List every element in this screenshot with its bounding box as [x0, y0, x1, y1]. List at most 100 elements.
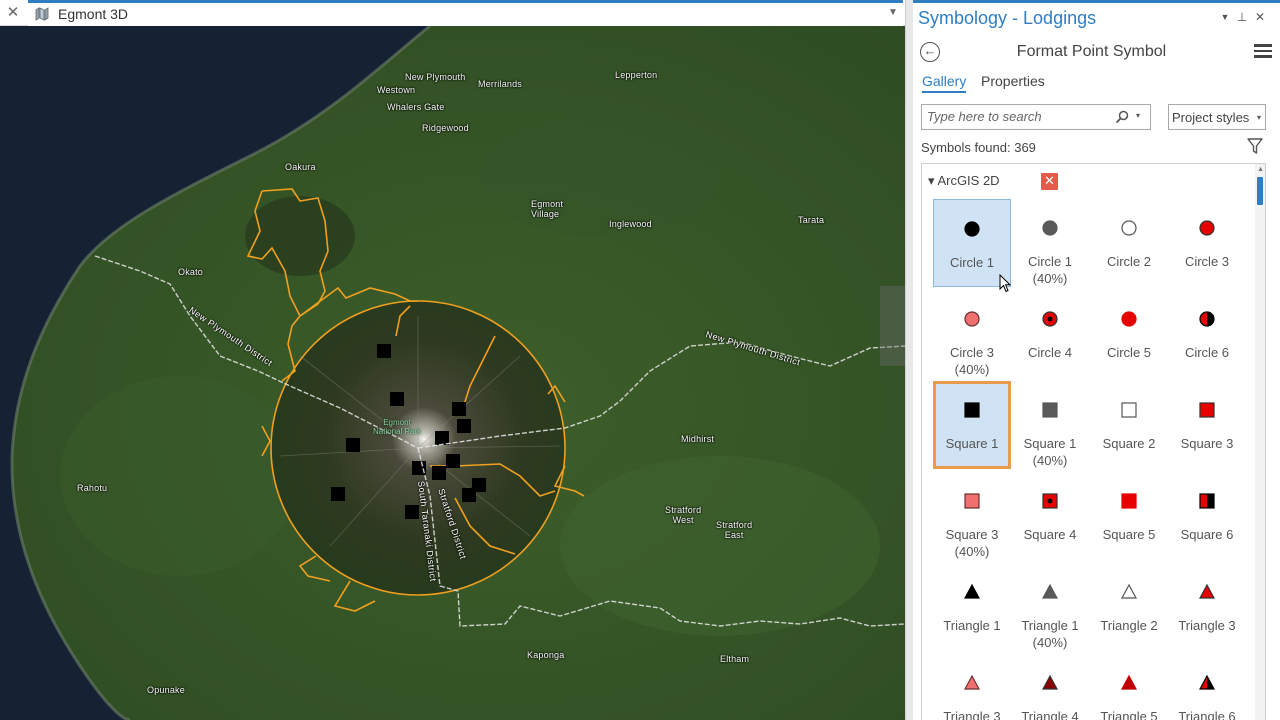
- symbol-gallery: ▾ ArcGIS 2D ✕ Circle 1 Circle 1 (40%) Circ…: [921, 163, 1266, 720]
- symbol-label: Square 3 (40%): [945, 527, 999, 559]
- square-symbol-icon: [936, 401, 1008, 419]
- map-view-pane: ✕ Egmont 3D ▼ New Plymouth Westown Merri…: [0, 0, 905, 720]
- map-tab-egmont-3d[interactable]: Egmont 3D ▼: [28, 0, 903, 26]
- symbol-label: Circle 6: [1184, 345, 1230, 360]
- symbol-label: Square 2: [1102, 436, 1156, 451]
- symbology-pane: Symbology - Lodgings ▼ ⊥ ✕ ← Format Poin…: [913, 0, 1280, 720]
- circle-dot-symbol-icon: [1011, 310, 1089, 328]
- styles-dropdown-value: Project styles: [1172, 110, 1250, 125]
- pane-splitter[interactable]: [905, 0, 913, 720]
- place-label-lepperton: Lepperton: [615, 70, 658, 80]
- symbol-square-3-40[interactable]: Square 3 (40%): [933, 472, 1011, 560]
- symbol-triangle-4[interactable]: Triangle 4: [1011, 654, 1089, 720]
- triangle-symbol-icon: [933, 583, 1011, 601]
- filter-icon[interactable]: [1246, 137, 1264, 155]
- styles-dropdown[interactable]: Project styles ▾: [1168, 104, 1266, 130]
- map-canvas[interactable]: New Plymouth Westown Merrilands Whalers …: [0, 26, 905, 720]
- mouse-cursor-icon: [999, 274, 1012, 293]
- search-input[interactable]: [927, 109, 1107, 124]
- circle-symbol-icon: [1090, 219, 1168, 237]
- place-label-oakura: Oakura: [285, 162, 316, 172]
- symbol-label: Circle 2: [1106, 254, 1152, 269]
- symbol-triangle-5[interactable]: Triangle 5: [1090, 654, 1168, 720]
- circle-symbol-icon: [1090, 310, 1168, 328]
- close-pane-icon[interactable]: ✕: [1253, 10, 1267, 24]
- symbol-square-1[interactable]: Square 1: [933, 381, 1011, 469]
- symbol-label: Circle 1 (40%): [1027, 254, 1073, 286]
- symbol-label: Square 6: [1180, 527, 1234, 542]
- place-label-egmont-village: Egmont Village: [531, 199, 564, 219]
- symbol-label: Triangle 4: [1021, 709, 1079, 720]
- place-label-stratford-west: Stratford West: [665, 505, 702, 525]
- symbol-square-4[interactable]: Square 4: [1011, 472, 1089, 560]
- symbol-label: Triangle 2: [1100, 618, 1158, 633]
- tab-menu-icon[interactable]: ▼: [887, 7, 899, 19]
- place-label-ridgewood: Ridgewood: [422, 123, 469, 133]
- symbol-triangle-2[interactable]: Triangle 2: [1090, 563, 1168, 651]
- symbol-square-2[interactable]: Square 2: [1090, 381, 1168, 469]
- search-icon[interactable]: [1115, 110, 1129, 124]
- triangle-symbol-icon: [933, 674, 1011, 692]
- group-header-arcgis-2d[interactable]: ▾ ArcGIS 2D: [928, 173, 1000, 189]
- square-symbol-icon: [1090, 492, 1168, 510]
- format-point-symbol-heading: Format Point Symbol: [1016, 43, 1167, 60]
- search-options-chevron-icon[interactable]: ▾: [1136, 111, 1140, 120]
- symbol-circle-1-40[interactable]: Circle 1 (40%): [1011, 199, 1089, 287]
- square-symbol-icon: [933, 492, 1011, 510]
- symbol-circle-6[interactable]: Circle 6: [1168, 290, 1246, 378]
- symbol-label: Triangle 1: [943, 618, 1001, 633]
- group-name: ArcGIS 2D: [937, 173, 1000, 188]
- symbol-label: Circle 4: [1027, 345, 1073, 360]
- triangle-half-symbol-icon: [1168, 674, 1246, 692]
- pane-options-icon[interactable]: ▼: [1218, 10, 1232, 24]
- symbol-circle-5[interactable]: Circle 5: [1090, 290, 1168, 378]
- tab-gallery[interactable]: Gallery: [922, 73, 967, 93]
- park-label-egmont: Egmont National Park: [373, 418, 422, 436]
- symbol-label: Square 4: [1023, 527, 1077, 542]
- place-label-whalers-gate: Whalers Gate: [387, 102, 445, 112]
- place-label-stratford-east: Stratford East: [716, 520, 753, 540]
- gallery-scrollbar[interactable]: ▲: [1255, 164, 1265, 720]
- close-tab-icon[interactable]: ✕: [4, 4, 22, 22]
- pin-icon[interactable]: ⊥: [1235, 10, 1249, 24]
- square-symbol-icon: [1090, 401, 1168, 419]
- symbol-triangle-3[interactable]: Triangle 3: [1168, 563, 1246, 651]
- pane-title: Symbology - Lodgings: [918, 8, 1097, 28]
- symbol-circle-4[interactable]: Circle 4: [1011, 290, 1089, 378]
- place-label-kaponga: Kaponga: [527, 650, 565, 660]
- square-half-symbol-icon: [1168, 492, 1246, 510]
- map-tab-title: Egmont 3D: [58, 6, 129, 22]
- symbol-square-5[interactable]: Square 5: [1090, 472, 1168, 560]
- triangle-symbol-icon: [1168, 583, 1246, 601]
- symbol-label: Triangle 6: [1178, 709, 1236, 720]
- symbol-circle-3-40[interactable]: Circle 3 (40%): [933, 290, 1011, 378]
- place-label-midhirst: Midhirst: [681, 434, 715, 444]
- square-symbol-icon: [1168, 401, 1246, 419]
- place-label-opunake: Opunake: [147, 685, 185, 695]
- symbol-circle-3[interactable]: Circle 3: [1168, 199, 1246, 287]
- place-label-westown: Westown: [377, 85, 416, 95]
- chevron-down-icon: ▾: [1256, 113, 1261, 122]
- symbol-label: Triangle 3: [943, 709, 1001, 720]
- triangle-symbol-icon: [1011, 583, 1089, 601]
- tab-properties[interactable]: Properties: [981, 73, 1045, 89]
- triangle-symbol-icon: [1090, 583, 1168, 601]
- square-dot-symbol-icon: [1011, 492, 1089, 510]
- place-label-tarata: Tarata: [798, 215, 825, 225]
- map-icon: [35, 7, 49, 21]
- symbol-square-1-40[interactable]: Square 1 (40%): [1011, 381, 1089, 469]
- scroll-up-icon[interactable]: ▲: [1257, 166, 1264, 173]
- search-box: ▾: [921, 104, 1151, 130]
- symbol-square-6[interactable]: Square 6: [1168, 472, 1246, 560]
- symbol-circle-2[interactable]: Circle 2: [1090, 199, 1168, 287]
- menu-icon[interactable]: [1254, 44, 1272, 58]
- remove-style-icon[interactable]: ✕: [1041, 173, 1058, 190]
- symbols-found-count: Symbols found: 369: [921, 140, 1036, 155]
- symbol-triangle-1[interactable]: Triangle 1: [933, 563, 1011, 651]
- symbol-triangle-1-40[interactable]: Triangle 1 (40%): [1011, 563, 1089, 651]
- symbol-triangle-6[interactable]: Triangle 6: [1168, 654, 1246, 720]
- triangle-symbol-icon: [1090, 674, 1168, 692]
- scrollbar-thumb[interactable]: [1257, 177, 1263, 205]
- symbol-square-3[interactable]: Square 3: [1168, 381, 1246, 469]
- symbol-triangle-3[interactable]: Triangle 3: [933, 654, 1011, 720]
